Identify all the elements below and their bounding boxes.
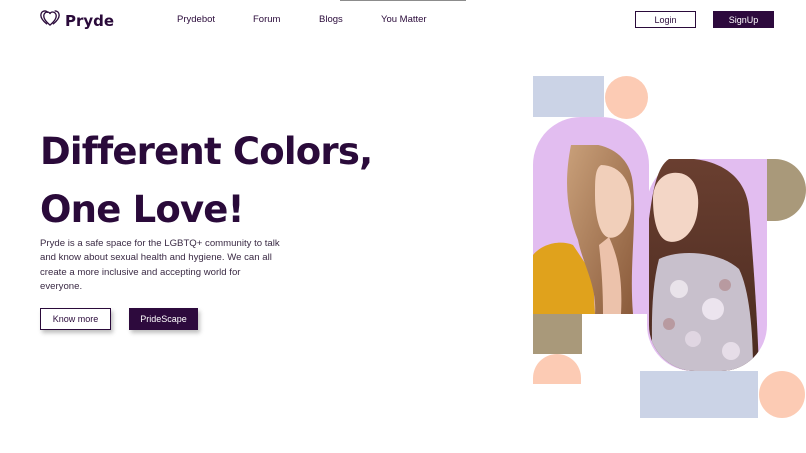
collage-half-circle-peach-bottom [533, 354, 581, 384]
pridescape-button[interactable]: PrideScape [129, 308, 198, 330]
collage-circle-peach-top [605, 76, 648, 119]
know-more-button[interactable]: Know more [40, 308, 111, 330]
collage-circle-peach-bottom [759, 371, 805, 418]
collage-half-circle-olive [767, 159, 806, 221]
brand-name: Pryde [65, 11, 115, 30]
signup-button[interactable]: SignUp [713, 11, 774, 28]
hearts-icon [40, 9, 60, 32]
nav-link-blogs[interactable]: Blogs [319, 14, 343, 25]
hero-title-line-2: One Love! [40, 188, 244, 231]
couple-photo-right [649, 159, 767, 371]
nav-link-prydebot[interactable]: Prydebot [177, 14, 215, 25]
collage-rect-blue-bottom [640, 371, 758, 418]
couple-photo-left [533, 145, 649, 314]
login-button[interactable]: Login [635, 11, 696, 28]
collage-square-olive [533, 314, 582, 354]
brand-logo[interactable]: Pryde [40, 9, 114, 32]
hero-title-line-1: Different Colors, [40, 130, 373, 173]
collage-square-blue [533, 76, 604, 117]
hero-description: Pryde is a safe space for the LGBTQ+ com… [40, 238, 280, 293]
nav-link-you-matter[interactable]: You Matter [381, 14, 427, 25]
top-divider [340, 0, 466, 1]
nav-link-forum[interactable]: Forum [253, 14, 280, 25]
